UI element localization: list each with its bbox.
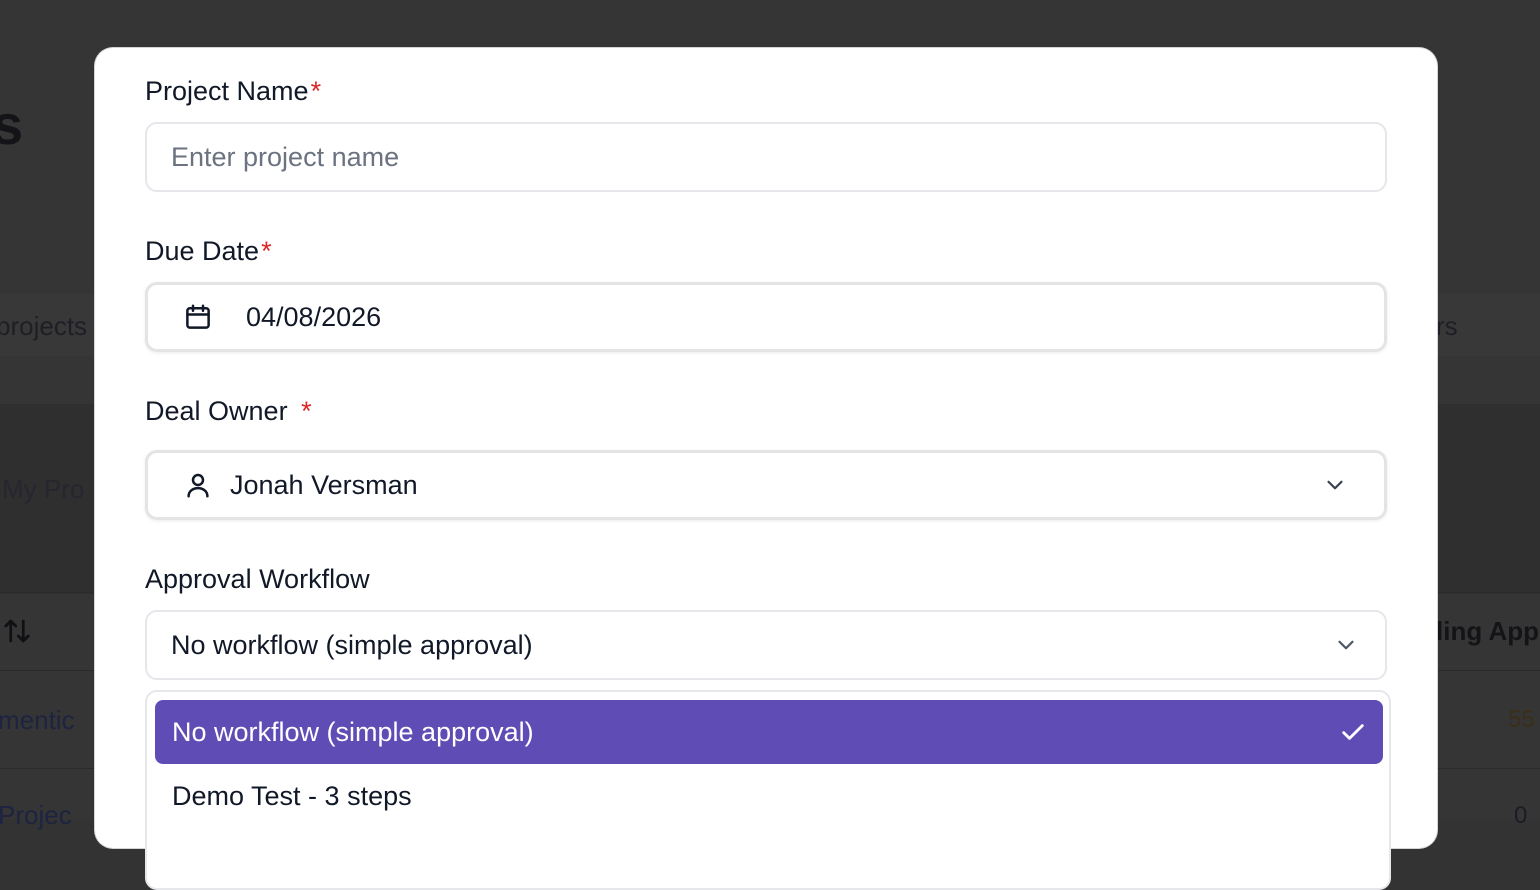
deal-owner-label: Deal Owner * — [145, 396, 312, 426]
approval-workflow-label: Approval Workflow — [145, 564, 370, 594]
bg-filter-my-projects[interactable]: My Pro — [2, 474, 84, 505]
sort-arrows-icon[interactable] — [2, 616, 32, 651]
bg-tab-right[interactable]: rs — [1436, 311, 1458, 342]
bg-tab-projects[interactable]: projects — [0, 311, 87, 342]
deal-owner-value: Jonah Versman — [230, 469, 418, 500]
approval-workflow-select[interactable]: No workflow (simple approval) — [145, 610, 1387, 680]
project-name-label: Project Name* — [145, 76, 322, 106]
checkmark-icon — [1339, 718, 1367, 746]
approval-workflow-dropdown: No workflow (simple approval) Demo Test … — [145, 690, 1391, 890]
approval-workflow-value: No workflow (simple approval) — [171, 629, 533, 660]
required-marker: * — [310, 76, 322, 106]
due-date-input[interactable]: 04/08/2026 — [145, 282, 1387, 352]
dropdown-option-no-workflow[interactable]: No workflow (simple approval) — [155, 700, 1383, 764]
bg-column-header: ling App — [1436, 616, 1540, 646]
bg-row-1-value: 55 — [1508, 706, 1535, 733]
required-marker: * — [301, 396, 312, 426]
deal-owner-select[interactable]: Jonah Versman — [145, 450, 1387, 520]
bg-heading: s — [0, 93, 24, 156]
required-marker: * — [261, 236, 272, 266]
chevron-down-icon[interactable] — [1322, 472, 1348, 498]
option-label: No workflow (simple approval) — [172, 716, 534, 747]
dropdown-option-demo-test[interactable]: Demo Test - 3 steps — [155, 764, 1383, 828]
bg-row-2-name[interactable]: Projec — [0, 800, 72, 831]
bg-row-2-value: 0 — [1514, 802, 1528, 829]
due-date-value: 04/08/2026 — [246, 301, 382, 332]
option-label: Demo Test - 3 steps — [172, 780, 412, 811]
bg-row-1-name[interactable]: mentic — [0, 705, 75, 736]
due-date-label: Due Date* — [145, 236, 272, 266]
create-project-modal: Project Name* Enter project name Due Dat… — [95, 48, 1437, 890]
chevron-down-icon[interactable] — [1333, 632, 1359, 658]
project-name-input[interactable]: Enter project name — [145, 122, 1387, 192]
project-name-placeholder: Enter project name — [171, 141, 400, 172]
calendar-icon[interactable] — [182, 301, 214, 333]
user-icon — [182, 469, 214, 501]
